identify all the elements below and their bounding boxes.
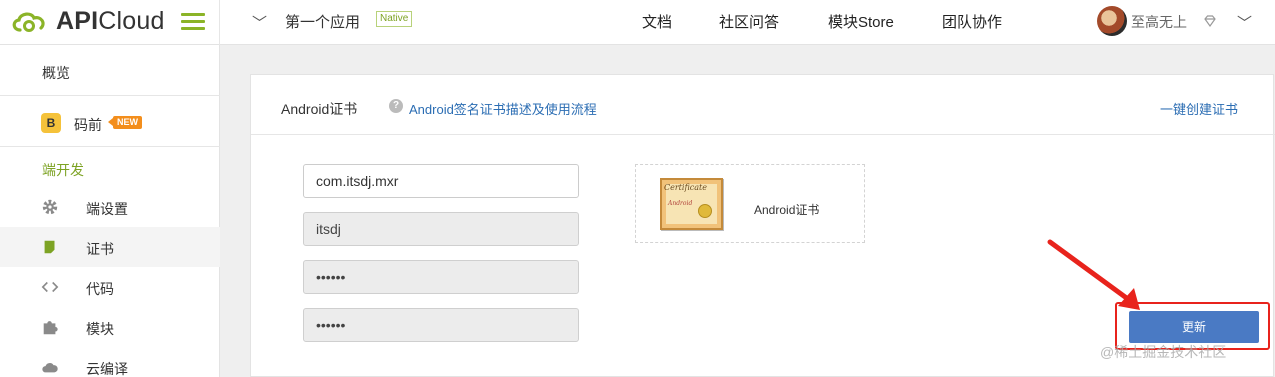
nav-docs[interactable]: 文档 [642, 11, 672, 32]
sidebar-section-heading: 端开发 [42, 162, 84, 178]
certificate-file-label: Android证书 [754, 203, 820, 217]
sidebar-item-label: 模块 [86, 321, 114, 337]
sidebar-item-label: 端设置 [86, 201, 128, 217]
cloud-icon [42, 363, 58, 373]
certificate-help-link[interactable]: Android签名证书描述及使用流程 [409, 99, 597, 118]
store-password-field[interactable]: •••••• [303, 260, 579, 294]
apicloud-logo-icon [12, 12, 45, 32]
brand-api: API [56, 7, 99, 35]
alias-field[interactable]: itsdj [303, 212, 579, 246]
user-menu-chevron-icon[interactable]: ﹀ [1237, 12, 1252, 33]
maqian-icon: B [41, 113, 61, 133]
new-badge: NEW [108, 116, 142, 129]
brand-cloud: Cloud [98, 7, 165, 35]
brand-area: APICloud [0, 0, 220, 45]
code-icon [41, 281, 59, 293]
sidebar-item-label: 证书 [86, 241, 114, 257]
menu-toggle-icon[interactable] [181, 13, 205, 31]
key-password-field[interactable]: •••••• [303, 308, 579, 342]
sidebar-item-label: 概览 [42, 65, 70, 81]
sidebar-item-cloud-compile[interactable]: 云编译 [0, 347, 220, 377]
panel-title: Android证书 [281, 101, 358, 117]
sidebar-item-code[interactable]: 代码 [0, 267, 220, 307]
sidebar: 概览 B 码前 NEW 端开发 端设置 证书 代码 模块 云编译 [0, 45, 220, 377]
one-click-create-certificate-link[interactable]: 一键创建证书 [1160, 99, 1238, 118]
certificate-image-heading: Certificate [664, 183, 707, 192]
sidebar-item-settings[interactable]: 端设置 [0, 187, 220, 227]
sidebar-item-overview[interactable]: 概览 [0, 45, 220, 96]
nav-team-collab[interactable]: 团队协作 [942, 11, 1002, 32]
sidebar-item-label: 云编译 [86, 361, 128, 377]
sidebar-item-label: 代码 [86, 281, 114, 297]
certificate-file-box[interactable]: Certificate Android Android证书 [635, 164, 865, 243]
diamond-icon[interactable] [1202, 13, 1218, 29]
sidebar-item-maqian[interactable]: B 码前 NEW [0, 97, 220, 147]
username[interactable]: 至高无上 [1131, 12, 1187, 32]
brand-logo-text[interactable]: APICloud [56, 7, 165, 36]
help-icon: ? [389, 99, 403, 113]
app-switch-chevron-icon[interactable]: ﹀ [252, 12, 267, 33]
panel-header: Android证书 ? Android签名证书描述及使用流程 一键创建证书 [251, 75, 1275, 135]
certificate-image-signature: Android [668, 200, 693, 207]
top-bar: APICloud ﹀ 第一个应用 Native 文档 社区问答 模块Store … [0, 0, 1275, 45]
puzzle-icon [43, 321, 58, 335]
gear-icon [42, 199, 58, 215]
nav-module-store[interactable]: 模块Store [828, 11, 894, 32]
app-type-badge: Native [376, 11, 413, 27]
sidebar-item-label: 码前 [74, 117, 102, 133]
sidebar-item-certificate[interactable]: 证书 [0, 227, 220, 267]
sidebar-item-modules[interactable]: 模块 [0, 307, 220, 347]
certificate-image: Certificate Android [660, 178, 723, 230]
user-avatar[interactable] [1097, 6, 1127, 36]
nav-community-qa[interactable]: 社区问答 [719, 11, 779, 32]
certificate-icon [44, 240, 55, 254]
current-app-name[interactable]: 第一个应用 [285, 11, 360, 32]
package-name-field[interactable]: com.itsdj.mxr [303, 164, 579, 198]
watermark: @稀土掘金技术社区 [1100, 344, 1227, 360]
seal-icon [698, 204, 712, 218]
